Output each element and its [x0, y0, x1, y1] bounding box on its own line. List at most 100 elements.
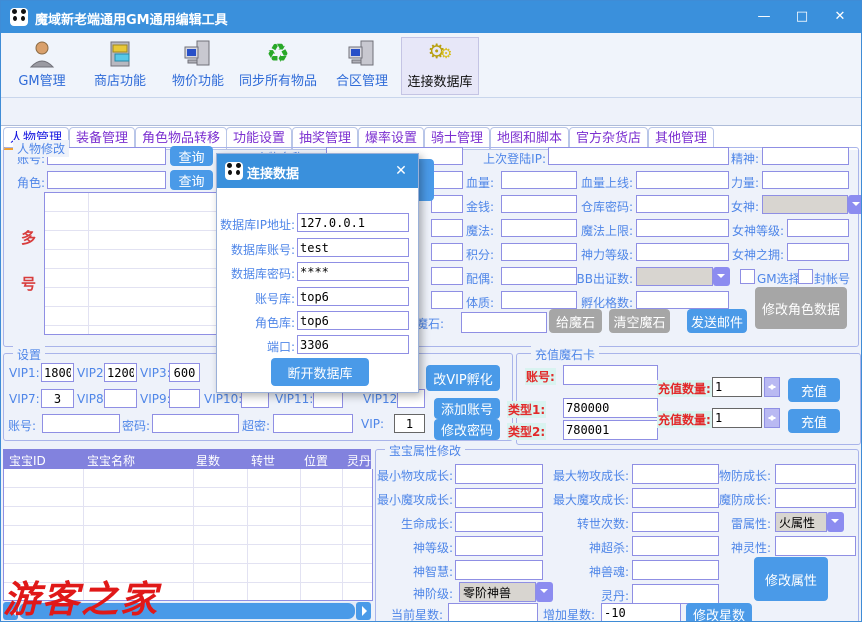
super-pw-label: 超密:: [242, 417, 270, 434]
current-star-input[interactable]: [448, 603, 538, 622]
min-patk-input[interactable]: [455, 464, 543, 484]
vip2-input[interactable]: [104, 363, 137, 382]
toolbar-sync-all[interactable]: ♻ 同步所有物品: [235, 37, 321, 93]
pdef-input[interactable]: [775, 464, 856, 484]
bb-battle-select[interactable]: [636, 267, 713, 286]
god-wis-label: 神智慧:: [369, 563, 453, 580]
toolbar-shop[interactable]: 商店功能: [85, 37, 155, 93]
add-star-input[interactable]: [601, 603, 681, 622]
add-account-button[interactable]: 添加账号: [434, 398, 500, 419]
qty2-spinner[interactable]: [764, 408, 780, 428]
hidden-field-sliver[interactable]: [431, 267, 463, 285]
change-password-button[interactable]: 修改密码: [434, 419, 500, 440]
multi-account-list[interactable]: [44, 192, 220, 335]
god-soul-input[interactable]: [632, 560, 719, 580]
hidden-field-sliver[interactable]: [431, 291, 463, 309]
change-vip-hatch-button[interactable]: 改VIP孵化: [426, 365, 500, 391]
db-ip-input[interactable]: [297, 213, 409, 232]
god-rank-select[interactable]: 零阶神兽: [459, 582, 536, 602]
hidden-field-sliver[interactable]: [431, 195, 463, 213]
port-input[interactable]: [297, 335, 409, 354]
vip7-input[interactable]: [41, 389, 74, 408]
god-wis-input[interactable]: [455, 560, 543, 580]
super-pw-input[interactable]: [273, 414, 353, 433]
goddess-lv-label: 女神等级:: [707, 222, 784, 239]
mdef-input[interactable]: [775, 488, 856, 508]
vip9-input[interactable]: [169, 389, 200, 408]
goddess-hug-input[interactable]: [787, 243, 849, 261]
last-ip-input[interactable]: [548, 147, 729, 165]
scroll-right-icon[interactable]: [356, 602, 371, 620]
min-matk-input[interactable]: [455, 488, 543, 508]
vip8-input[interactable]: [104, 389, 137, 408]
modify-role-data-button[interactable]: 修改角色数据: [755, 287, 847, 329]
modify-star-button[interactable]: 修改星数: [686, 603, 752, 622]
hidden-field-sliver[interactable]: [431, 171, 463, 189]
disconnect-db-button[interactable]: 断开数据库: [271, 358, 369, 386]
power-label: 力量:: [707, 174, 759, 191]
toolbar-gm-manage[interactable]: GM管理: [9, 37, 75, 93]
mdef-label: 魔防成长:: [691, 491, 771, 508]
db-user-input[interactable]: [297, 238, 409, 257]
thunder-attr-select[interactable]: 火属性: [775, 512, 827, 532]
give-stone-button[interactable]: 给魔石: [549, 309, 602, 333]
maximize-icon[interactable]: □: [789, 7, 815, 27]
goddess-select[interactable]: [762, 195, 848, 214]
god-spirit-input[interactable]: [775, 536, 856, 556]
thunder-dropdown-arrow-icon[interactable]: [827, 512, 844, 532]
modify-attr-button[interactable]: 修改属性: [754, 557, 828, 601]
toolbar-merge[interactable]: 合区管理: [327, 37, 397, 93]
recharge-account-input[interactable]: [563, 365, 658, 385]
qty1-input[interactable]: [712, 377, 762, 397]
db-password-input[interactable]: [297, 262, 409, 281]
hidden-field-sliver[interactable]: [431, 243, 463, 261]
divine-lv-label: 神力等级:: [557, 246, 633, 263]
pet-table-hscrollbar[interactable]: [3, 602, 371, 620]
multi-account-label: 多: [21, 227, 36, 248]
close-icon[interactable]: ✕: [827, 7, 853, 27]
set-account-input[interactable]: [42, 414, 120, 433]
recharge-button-2[interactable]: 充值: [788, 409, 840, 433]
life-grow-input[interactable]: [455, 512, 543, 532]
hp-label: 血量:: [466, 174, 494, 191]
role-query-button[interactable]: 查询: [170, 170, 213, 190]
role-db-input[interactable]: [297, 311, 409, 330]
goddess-lv-input[interactable]: [787, 219, 849, 237]
toolbar-price[interactable]: 物价功能: [163, 37, 233, 93]
set-password-label: 密码:: [122, 417, 150, 434]
type2-input[interactable]: [563, 420, 658, 440]
bb-dropdown-arrow-icon[interactable]: [713, 267, 730, 286]
gm-select-checkbox[interactable]: [740, 269, 755, 284]
recharge-button-1[interactable]: 充值: [788, 378, 840, 402]
minimize-icon[interactable]: —: [751, 7, 777, 27]
hatch-input[interactable]: [636, 291, 729, 309]
role-input[interactable]: [47, 171, 166, 189]
spirit-input[interactable]: [762, 147, 849, 165]
god-lv-input[interactable]: [455, 536, 543, 556]
ban-account-checkbox[interactable]: [798, 269, 813, 284]
col-pet-name: 宝宝名称: [87, 452, 135, 469]
toolbar-connect-db[interactable]: ⚙⚙ 连接数据库: [401, 37, 479, 95]
account-query-button[interactable]: 查询: [170, 146, 213, 166]
send-mail-button[interactable]: 发送邮件: [687, 309, 747, 333]
clear-stone-button[interactable]: 清空魔石: [609, 309, 670, 333]
goddess-dropdown-arrow-icon[interactable]: [848, 195, 862, 214]
type1-input[interactable]: [563, 398, 658, 418]
power-input[interactable]: [762, 171, 849, 189]
pet-table-body[interactable]: [3, 469, 373, 601]
vip-level-input[interactable]: [394, 414, 425, 433]
vip1-input[interactable]: [41, 363, 74, 382]
scrollbar-thumb[interactable]: [19, 603, 355, 619]
hidden-field-sliver[interactable]: [431, 219, 463, 237]
qty2-input[interactable]: [712, 408, 762, 428]
qty1-spinner[interactable]: [764, 377, 780, 397]
stone-input[interactable]: [461, 312, 547, 333]
qty2-label: 充值数量:: [657, 411, 712, 428]
scroll-left-icon[interactable]: [3, 602, 18, 620]
person-edit-group-title: 人物修改: [13, 140, 69, 157]
elixir-input[interactable]: [632, 584, 719, 604]
set-password-input[interactable]: [152, 414, 239, 433]
dialog-close-icon[interactable]: ✕: [392, 162, 410, 180]
account-db-input[interactable]: [297, 287, 409, 306]
vip3-input[interactable]: [169, 363, 200, 382]
